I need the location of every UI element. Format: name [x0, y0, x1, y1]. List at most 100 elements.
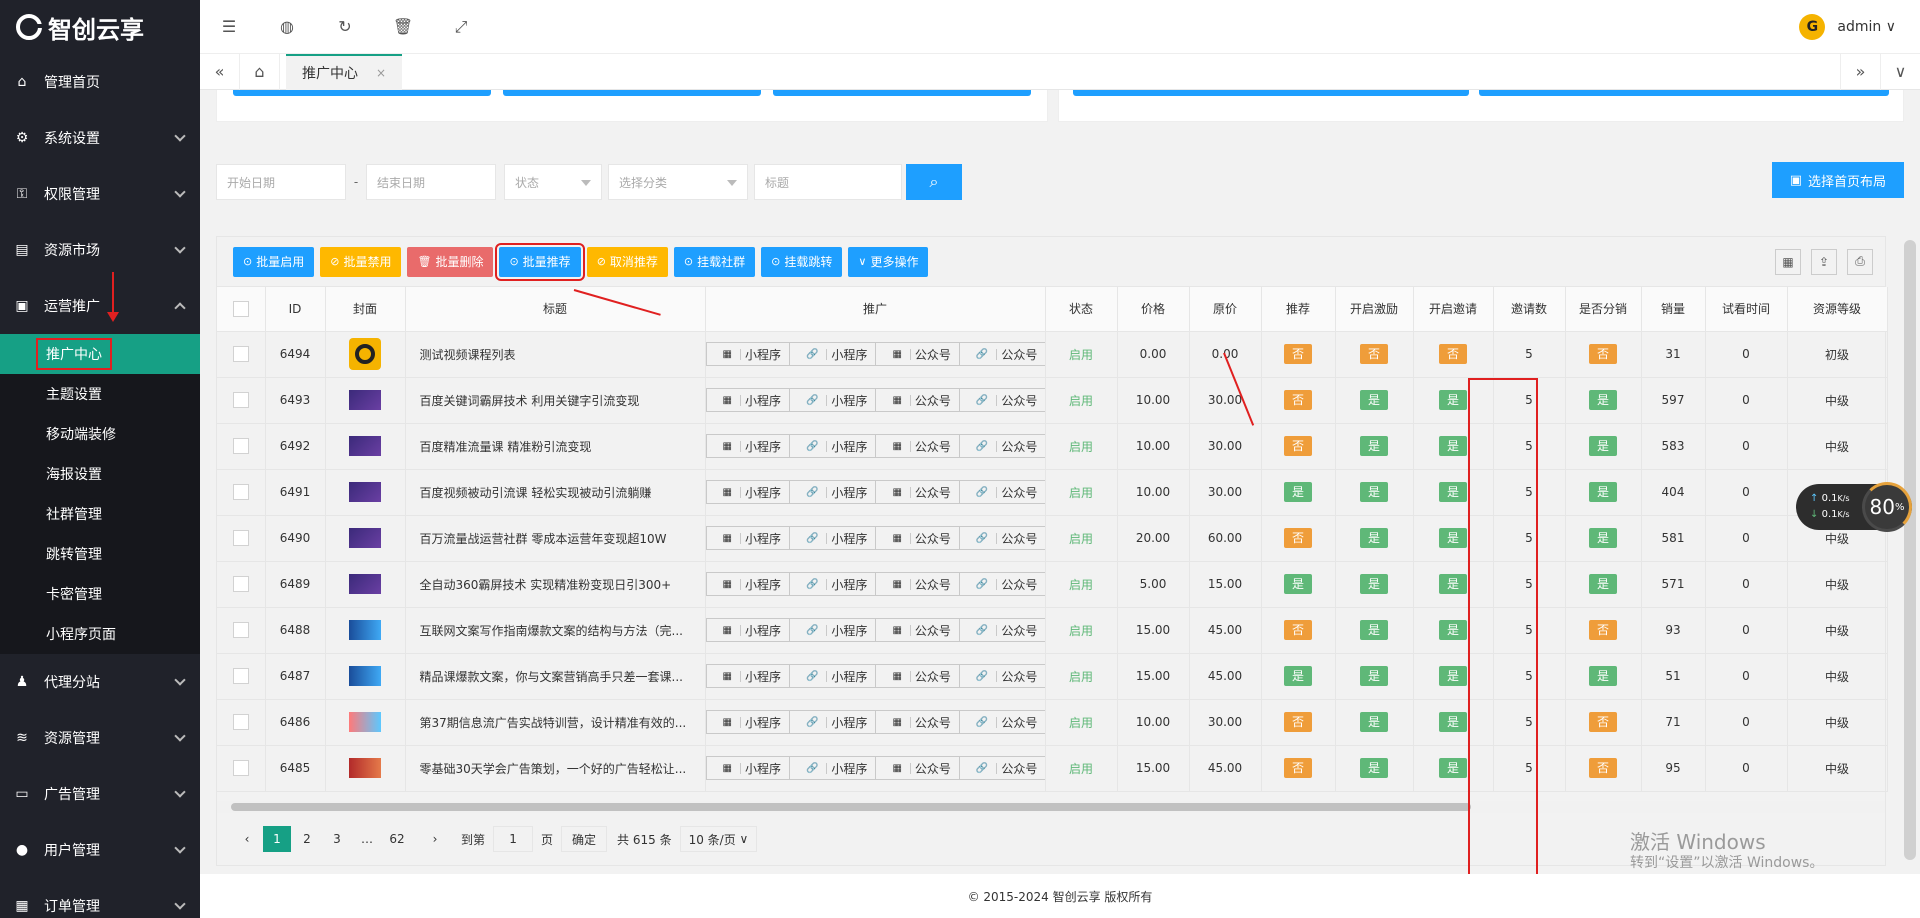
mini-program-button[interactable]: ▦ 小程序	[707, 481, 790, 503]
row-checkbox[interactable]	[232, 576, 249, 592]
mini-program-button[interactable]: ▦ 小程序	[707, 573, 790, 595]
mini-program-button[interactable]: 🔗 小程序	[790, 711, 877, 733]
print-icon[interactable]: ⎙	[1847, 248, 1873, 275]
cover-image[interactable]	[349, 528, 381, 548]
cover-image[interactable]	[349, 712, 381, 732]
yes-no-badge[interactable]: 是	[1439, 712, 1467, 732]
select-all-checkbox[interactable]	[232, 300, 249, 317]
status-cell[interactable]: 启用	[1045, 377, 1118, 424]
official-account-button[interactable]: 🔗 公众号	[960, 619, 1044, 641]
official-account-button[interactable]: 🔗 公众号	[960, 343, 1044, 365]
official-account-button[interactable]: ▦ 公众号	[876, 481, 960, 503]
columns-icon[interactable]: ▦	[1775, 248, 1801, 275]
start-date-input[interactable]: 开始日期	[216, 164, 346, 200]
cover-image[interactable]	[349, 666, 381, 686]
yes-no-badge[interactable]: 否	[1284, 758, 1312, 778]
refresh-icon[interactable]: ↻	[316, 0, 374, 54]
yes-no-badge[interactable]: 是	[1360, 482, 1388, 502]
row-checkbox[interactable]	[232, 668, 249, 684]
cover-image[interactable]	[349, 574, 381, 594]
official-account-button[interactable]: ▦ 公众号	[876, 527, 960, 549]
row-checkbox[interactable]	[232, 530, 249, 546]
sidebar-item-main-0[interactable]: ⌂ 管理首页	[0, 54, 200, 110]
yes-no-badge[interactable]: 是	[1284, 574, 1312, 594]
yes-no-badge[interactable]: 否	[1284, 620, 1312, 640]
submenu-item-2[interactable]: 移动端装修	[0, 414, 200, 454]
yes-no-badge[interactable]: 否	[1284, 390, 1312, 410]
yes-no-badge[interactable]: 否	[1284, 712, 1312, 732]
user-menu[interactable]: admin ∨	[1837, 19, 1896, 35]
yes-no-badge[interactable]: 是	[1589, 390, 1617, 410]
toolbar-button-5[interactable]: ⊙ 挂载社群	[673, 246, 756, 277]
submenu-item-0[interactable]: 推广中心	[0, 334, 200, 374]
mini-program-button[interactable]: 🔗 小程序	[790, 527, 877, 549]
official-account-button[interactable]: ▦ 公众号	[876, 389, 960, 411]
status-cell[interactable]: 启用	[1045, 469, 1118, 516]
submenu-item-3[interactable]: 海报设置	[0, 454, 200, 494]
official-account-button[interactable]: ▦ 公众号	[876, 711, 960, 733]
mini-program-button[interactable]: ▦ 小程序	[707, 435, 790, 457]
avatar[interactable]: G	[1799, 13, 1826, 40]
yes-no-badge[interactable]: 是	[1439, 436, 1467, 456]
checkbox-cell[interactable]	[217, 515, 266, 562]
submenu-item-6[interactable]: 卡密管理	[0, 574, 200, 614]
official-account-button[interactable]: ▦ 公众号	[876, 757, 960, 779]
end-date-input[interactable]: 结束日期	[366, 164, 496, 200]
official-account-button[interactable]: 🔗 公众号	[960, 481, 1044, 503]
yes-no-badge[interactable]: 是	[1589, 482, 1617, 502]
checkbox-cell[interactable]	[217, 699, 266, 746]
official-account-button[interactable]: ▦ 公众号	[876, 343, 960, 365]
yes-no-badge[interactable]: 否	[1360, 344, 1388, 364]
mini-program-button[interactable]: 🔗 小程序	[790, 665, 877, 687]
tab-close-icon[interactable]: ×	[376, 66, 386, 80]
choose-home-layout-button[interactable]: ▣ 选择首页布局	[1771, 162, 1904, 198]
official-account-button[interactable]: ▦ 公众号	[876, 573, 960, 595]
mini-program-button[interactable]: ▦ 小程序	[707, 343, 790, 365]
cover-image[interactable]	[349, 482, 381, 502]
row-checkbox[interactable]	[232, 622, 249, 638]
cover-image[interactable]	[349, 338, 381, 370]
mini-program-button[interactable]: 🔗 小程序	[790, 389, 877, 411]
sidebar-item-main-4[interactable]: ▣ 运营推广	[0, 278, 200, 334]
checkbox-cell[interactable]	[217, 377, 266, 424]
yes-no-badge[interactable]: 是	[1589, 528, 1617, 548]
yes-no-badge[interactable]: 是	[1439, 758, 1467, 778]
yes-no-badge[interactable]: 是	[1439, 620, 1467, 640]
official-account-button[interactable]: ▦ 公众号	[876, 619, 960, 641]
mini-program-button[interactable]: 🔗 小程序	[790, 619, 877, 641]
checkbox-cell[interactable]	[217, 745, 266, 792]
checkbox-cell[interactable]	[217, 653, 266, 700]
toolbar-button-3[interactable]: ⊙ 批量推荐	[495, 242, 585, 281]
mini-program-button[interactable]: 🔗 小程序	[790, 435, 877, 457]
sidebar-item-after-1[interactable]: ≋ 资源管理	[0, 710, 200, 766]
sidebar-item-main-2[interactable]: ⚿ 权限管理	[0, 166, 200, 222]
home-tab-icon[interactable]: ⌂	[240, 53, 280, 90]
submenu-item-1[interactable]: 主题设置	[0, 374, 200, 414]
status-cell[interactable]: 启用	[1045, 515, 1118, 562]
yes-no-badge[interactable]: 是	[1360, 574, 1388, 594]
yes-no-badge[interactable]: 是	[1439, 482, 1467, 502]
row-checkbox[interactable]	[232, 392, 249, 408]
row-checkbox[interactable]	[232, 438, 249, 454]
yes-no-badge[interactable]: 是	[1439, 390, 1467, 410]
yes-no-badge[interactable]: 是	[1360, 758, 1388, 778]
horizontal-scrollbar[interactable]	[217, 801, 1885, 813]
yes-no-badge[interactable]: 是	[1589, 666, 1617, 686]
cover-image[interactable]	[349, 758, 381, 778]
status-cell[interactable]: 启用	[1045, 423, 1118, 470]
official-account-button[interactable]: 🔗 公众号	[960, 711, 1044, 733]
sidebar-item-after-3[interactable]: ● 用户管理	[0, 822, 200, 878]
status-select[interactable]: 状态	[504, 164, 602, 200]
official-account-button[interactable]: 🔗 公众号	[960, 389, 1044, 411]
prev-page-icon[interactable]: ‹	[233, 826, 261, 852]
yes-no-badge[interactable]: 是	[1360, 436, 1388, 456]
checkbox-cell[interactable]	[217, 607, 266, 654]
row-checkbox[interactable]	[232, 484, 249, 500]
mini-program-button[interactable]: ▦ 小程序	[707, 527, 790, 549]
menu-collapse-icon[interactable]: ☰	[200, 0, 258, 54]
toolbar-button-0[interactable]: ⊙ 批量启用	[233, 246, 315, 277]
mini-program-button[interactable]: 🔗 小程序	[790, 573, 877, 595]
sidebar-item-after-2[interactable]: ▭ 广告管理	[0, 766, 200, 822]
status-cell[interactable]: 启用	[1045, 699, 1118, 746]
column-header[interactable]	[217, 287, 266, 332]
